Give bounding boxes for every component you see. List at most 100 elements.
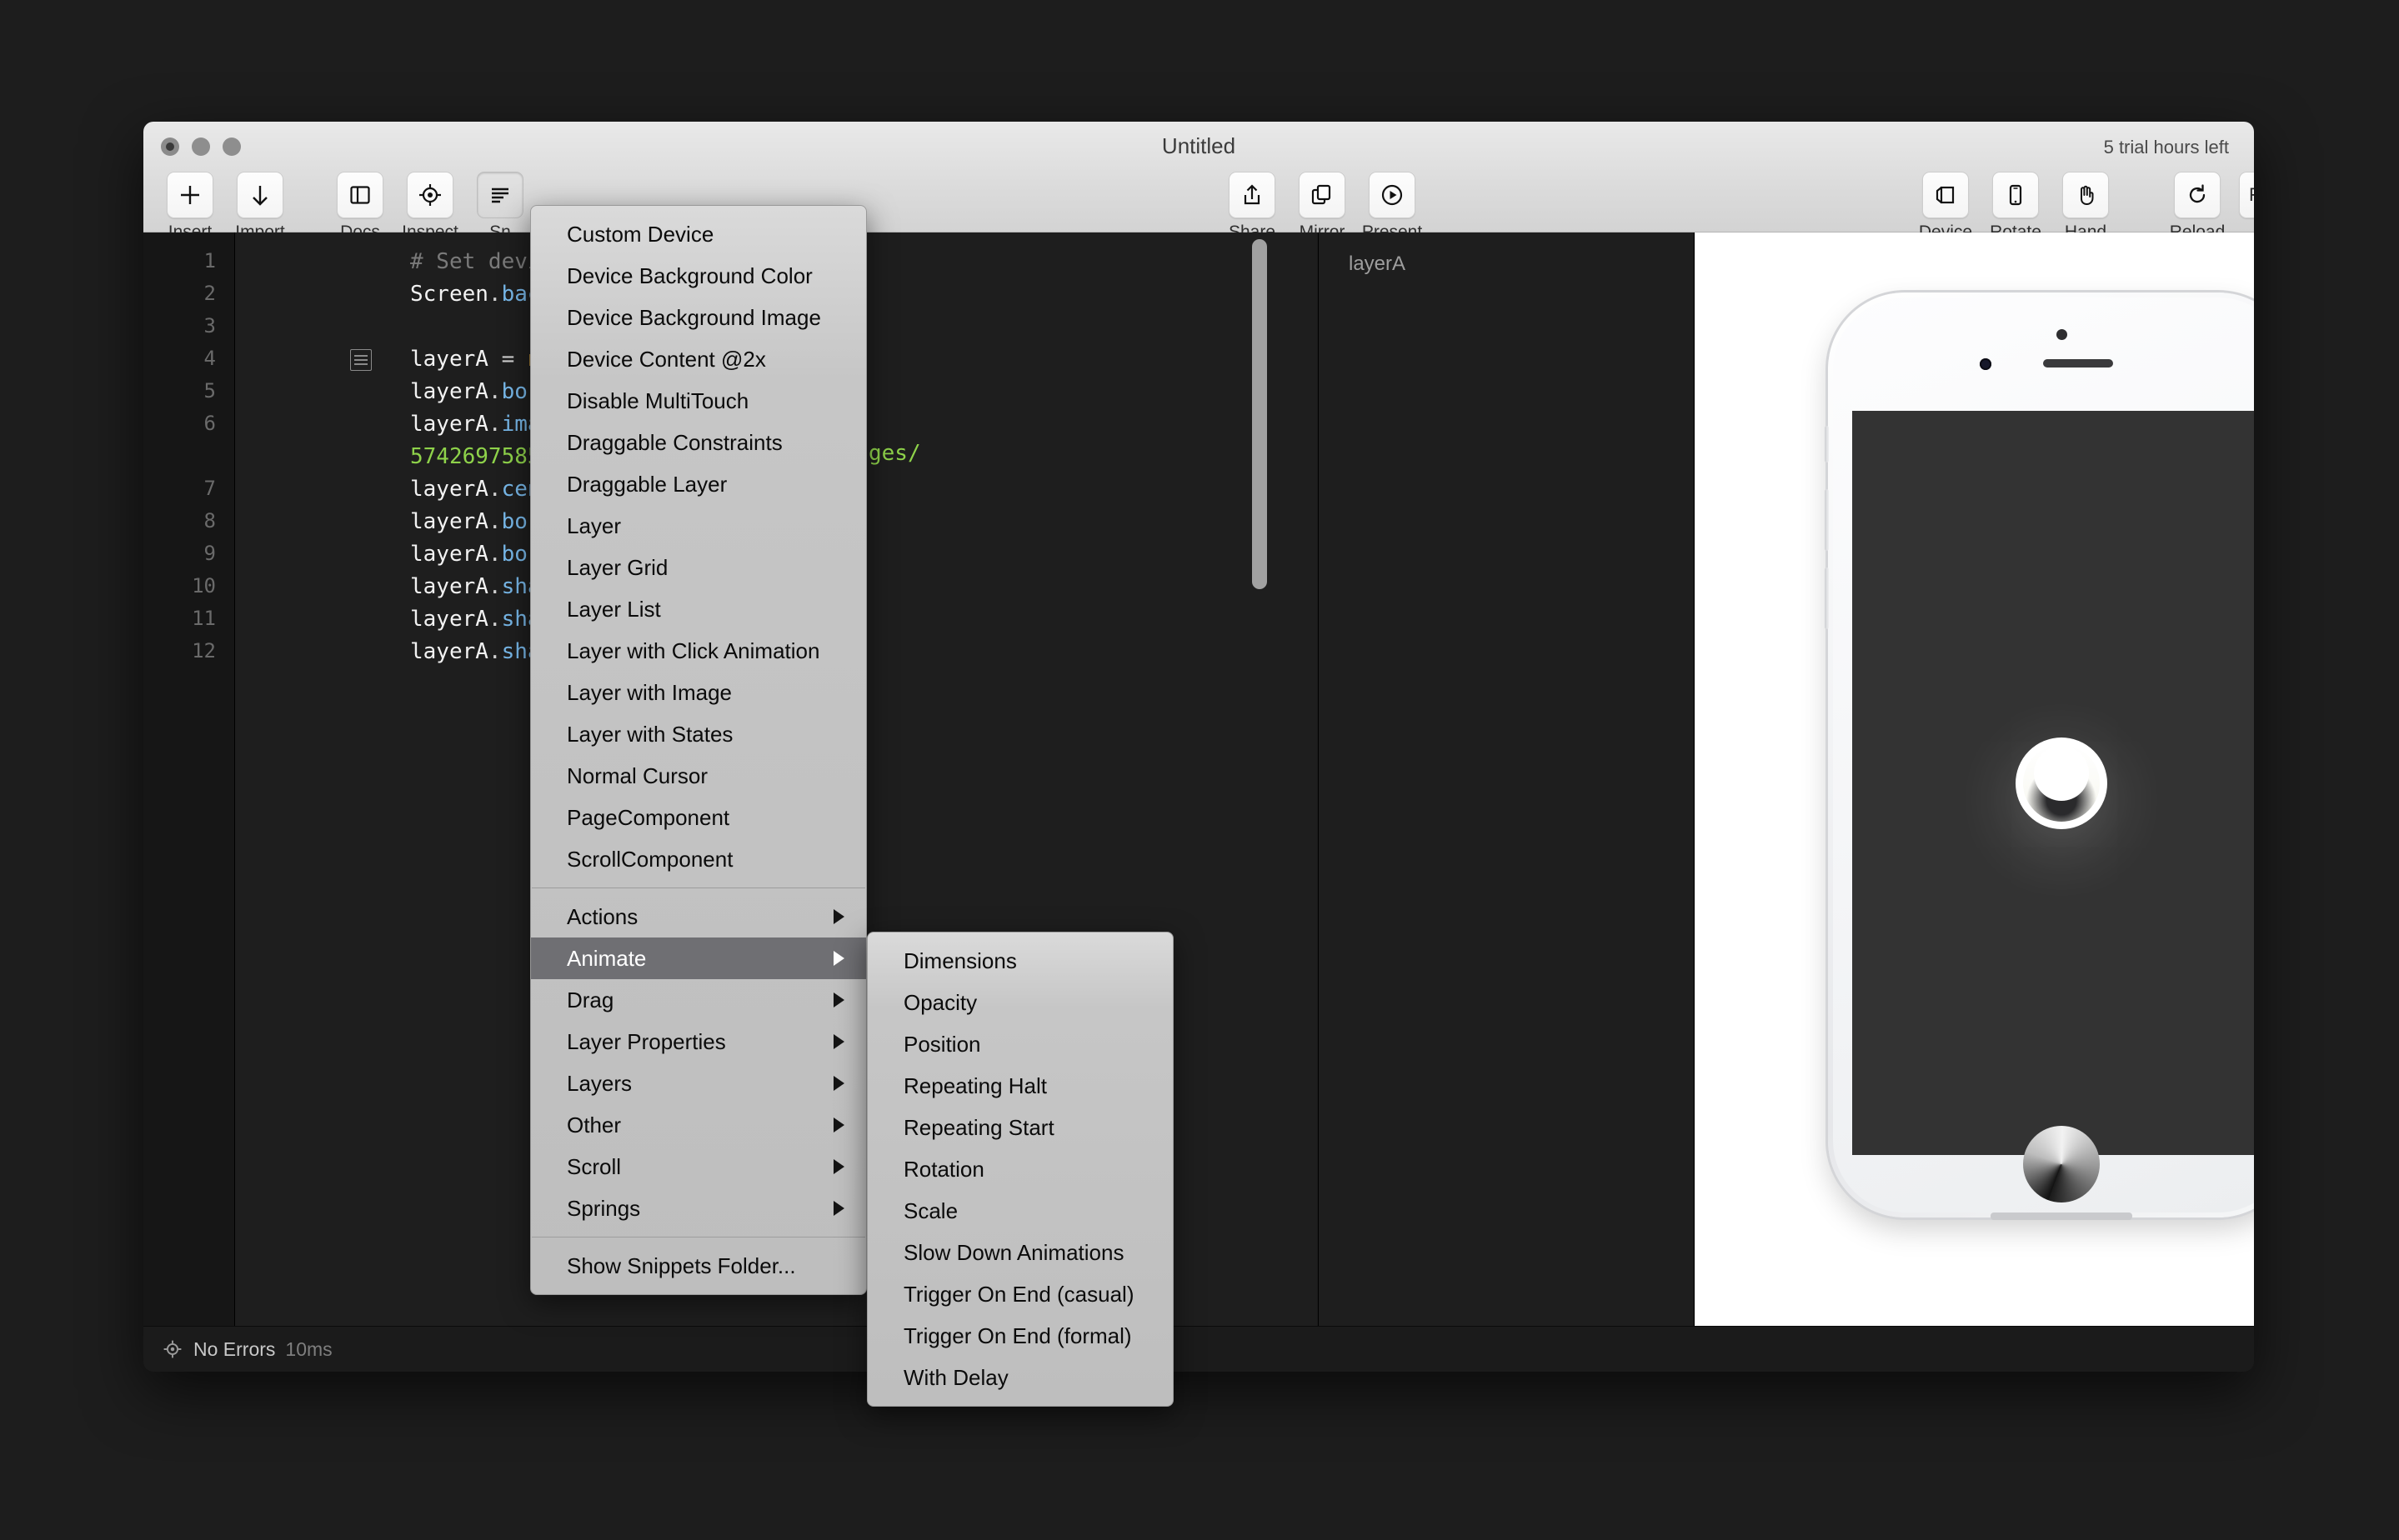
menu-item-springs[interactable]: Springs: [531, 1188, 866, 1229]
volume-down-button: [1825, 568, 1829, 629]
menu-item-label: Actions: [567, 903, 639, 929]
line-number-gutter: 1 2 3 4 5 6 7 8 9 10 11 12: [143, 232, 235, 1326]
line-number: 2: [203, 282, 216, 305]
submenu-item-label: Trigger On End (casual): [904, 1281, 1134, 1307]
app-window: Untitled 5 trial hours left Insert Impor…: [143, 122, 2254, 1372]
layer-list-item[interactable]: layerA: [1349, 252, 1405, 276]
menu-item-draggable-layer[interactable]: Draggable Layer: [531, 463, 866, 505]
submenu-item-label: Trigger On End (formal): [904, 1322, 1132, 1348]
menu-item-label: Other: [567, 1112, 622, 1138]
zoom-select[interactable]: Fit: [2239, 172, 2254, 218]
code-fold-marker[interactable]: [350, 349, 372, 371]
desktop-background: Untitled 5 trial hours left Insert Impor…: [0, 0, 2399, 1540]
menu-item-label: Device Background Image: [567, 304, 821, 330]
status-time: 10ms: [285, 1338, 333, 1360]
code-var-layera: layerA: [410, 607, 488, 632]
device-screen[interactable]: [1852, 411, 2254, 1155]
menu-item-label: Device Background Color: [567, 262, 813, 288]
submenu-arrow-icon: [834, 909, 844, 924]
menu-item-label: Layer Grid: [567, 554, 669, 580]
home-button[interactable]: [2023, 1126, 2100, 1202]
preview-layer-a[interactable]: [2016, 737, 2107, 829]
menu-item-label: Springs: [567, 1195, 641, 1221]
submenu-item-label: Repeating Halt: [904, 1072, 1047, 1098]
line-number: 3: [203, 314, 216, 338]
menu-item-scrollcomponent[interactable]: ScrollComponent: [531, 838, 866, 880]
menu-item-layer-grid[interactable]: Layer Grid: [531, 547, 866, 588]
menu-item-label: Show Snippets Folder...: [567, 1252, 796, 1278]
menu-item-device-content-2x[interactable]: Device Content @2x: [531, 338, 866, 380]
line-number: 5: [203, 379, 216, 402]
menu-item-draggable-constraints[interactable]: Draggable Constraints: [531, 422, 866, 463]
status-message: No Errors: [193, 1338, 276, 1360]
menu-item-label: Normal Cursor: [567, 762, 709, 788]
reload-circular-arrow-icon: [2174, 172, 2221, 218]
submenu-item-position[interactable]: Position: [868, 1023, 1173, 1065]
menu-item-layer[interactable]: Layer: [531, 505, 866, 547]
iphone-device-frame: [1825, 292, 2254, 1220]
menu-item-layer-with-image[interactable]: Layer with Image: [531, 672, 866, 713]
submenu-item-with-delay[interactable]: With Delay: [868, 1357, 1173, 1398]
hand-icon: [2062, 172, 2109, 218]
submenu-item-dimensions[interactable]: Dimensions: [868, 940, 1173, 982]
menu-item-label: Draggable Layer: [567, 471, 728, 497]
line-number: 7: [203, 477, 216, 500]
submenu-item-trigger-on-end-casual[interactable]: Trigger On End (casual): [868, 1273, 1173, 1315]
device-preview-pane[interactable]: [1694, 232, 2254, 1326]
menu-item-layer-with-states[interactable]: Layer with States: [531, 713, 866, 755]
line-number: 9: [203, 542, 216, 565]
menu-item-animate[interactable]: Animate: [531, 938, 866, 979]
code-var-layera: layerA: [410, 574, 488, 599]
code-screen-object: Screen: [410, 282, 488, 307]
submenu-item-rotation[interactable]: Rotation: [868, 1148, 1173, 1190]
menu-item-show-snippets-folder[interactable]: Show Snippets Folder...: [531, 1245, 866, 1287]
code-var-layera: layerA: [410, 477, 488, 502]
submenu-item-opacity[interactable]: Opacity: [868, 982, 1173, 1023]
menu-item-normal-cursor[interactable]: Normal Cursor: [531, 755, 866, 797]
menu-item-label: Custom Device: [567, 221, 714, 247]
menu-item-label: Layers: [567, 1070, 633, 1096]
layer-list-pane[interactable]: layerA: [1318, 232, 1693, 1326]
submenu-item-repeating-start[interactable]: Repeating Start: [868, 1107, 1173, 1148]
menu-item-layer-with-click-animation[interactable]: Layer with Click Animation: [531, 630, 866, 672]
line-number: 12: [192, 639, 216, 662]
submenu-arrow-icon: [834, 951, 844, 966]
submenu-item-repeating-halt[interactable]: Repeating Halt: [868, 1065, 1173, 1107]
plus-icon: [167, 172, 213, 218]
menu-item-disable-multitouch[interactable]: Disable MultiTouch: [531, 380, 866, 422]
code-var-layera: layerA: [410, 509, 488, 534]
menu-item-label: Device Content @2x: [567, 346, 766, 372]
menu-item-label: Animate: [567, 945, 647, 971]
menu-item-layer-properties[interactable]: Layer Properties: [531, 1021, 866, 1062]
submenu-item-scale[interactable]: Scale: [868, 1190, 1173, 1232]
submenu-arrow-icon: [834, 1201, 844, 1216]
editor-scrollbar[interactable]: [1252, 239, 1267, 589]
menu-item-custom-device[interactable]: Custom Device: [531, 213, 866, 255]
menu-item-layer-list[interactable]: Layer List: [531, 588, 866, 630]
submenu-arrow-icon: [834, 1076, 844, 1091]
menu-item-scroll[interactable]: Scroll: [531, 1146, 866, 1188]
menu-separator: [532, 1237, 865, 1238]
menu-item-drag[interactable]: Drag: [531, 979, 866, 1021]
menu-item-actions[interactable]: Actions: [531, 896, 866, 938]
submenu-item-slow-down-animations[interactable]: Slow Down Animations: [868, 1232, 1173, 1273]
submenu-item-label: Slow Down Animations: [904, 1239, 1124, 1265]
submenu-item-trigger-on-end-formal[interactable]: Trigger On End (formal): [868, 1315, 1173, 1357]
volume-up-button: [1825, 489, 1829, 551]
menu-item-other[interactable]: Other: [531, 1104, 866, 1146]
code-var-layera: layerA: [410, 639, 488, 664]
snippets-menu[interactable]: Custom Device Device Background Color De…: [530, 205, 867, 1295]
menu-item-layers[interactable]: Layers: [531, 1062, 866, 1104]
line-number: 10: [192, 574, 216, 598]
menu-item-pagecomponent[interactable]: PageComponent: [531, 797, 866, 838]
menu-item-device-background-image[interactable]: Device Background Image: [531, 297, 866, 338]
submenu-item-label: Dimensions: [904, 948, 1017, 973]
menu-item-label: Disable MultiTouch: [567, 388, 749, 413]
menu-item-label: Layer with Image: [567, 679, 732, 705]
earpiece-speaker-icon: [2043, 359, 2113, 368]
animate-submenu[interactable]: Dimensions Opacity Position Repeating Ha…: [867, 932, 1174, 1407]
submenu-item-label: Position: [904, 1031, 981, 1057]
menu-item-device-background-color[interactable]: Device Background Color: [531, 255, 866, 297]
menu-item-label: Layer List: [567, 596, 661, 622]
submenu-arrow-icon: [834, 992, 844, 1008]
